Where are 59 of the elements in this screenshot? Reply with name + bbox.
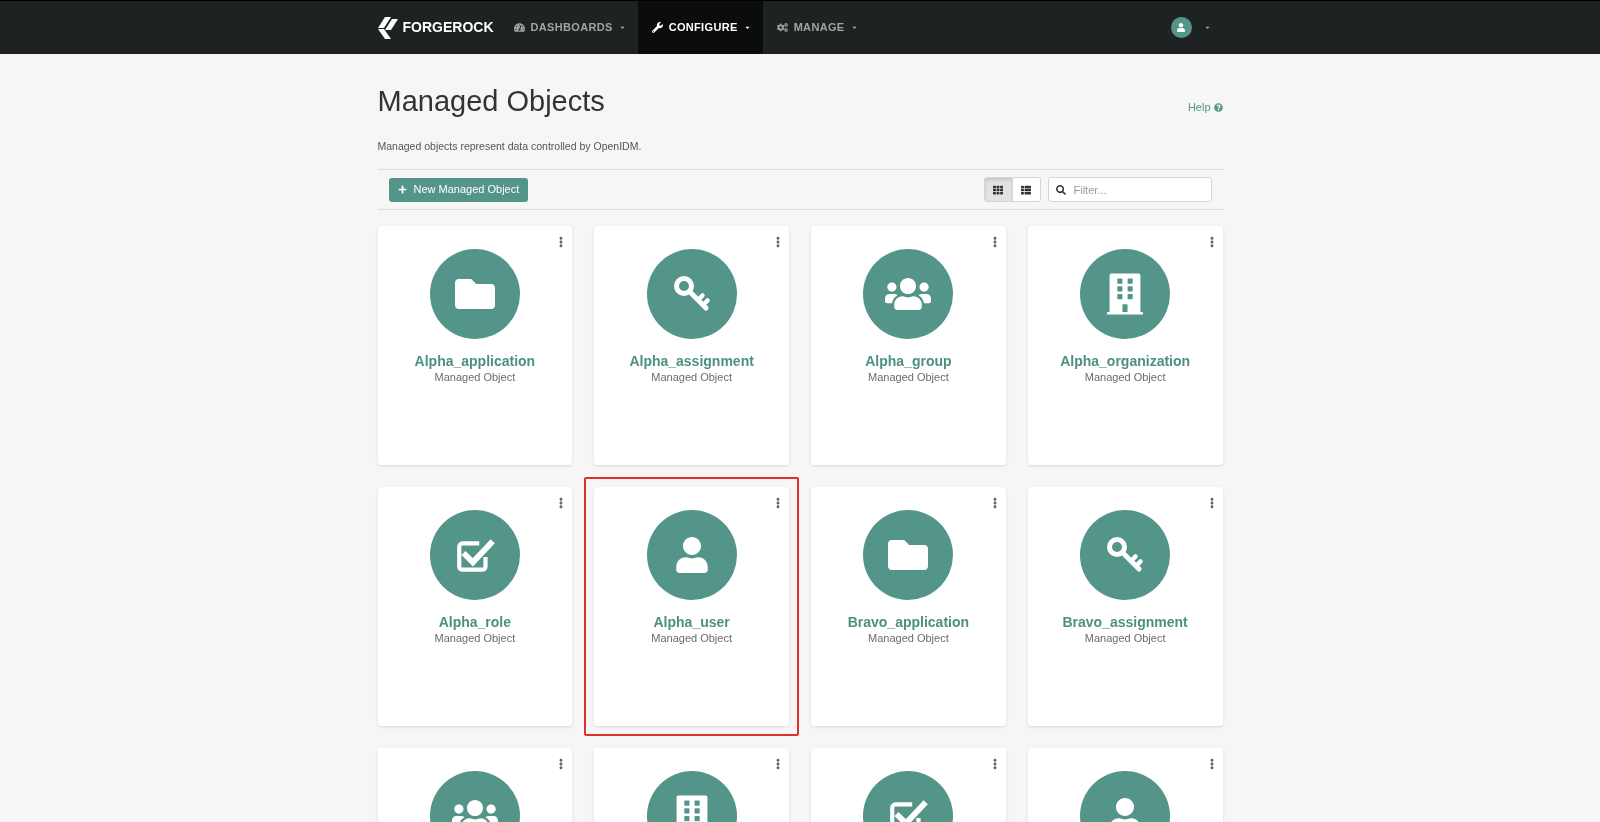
- gauge-icon: [513, 22, 525, 33]
- page-title: Managed Objects: [377, 84, 605, 119]
- object-name[interactable]: Alpha_organization: [1060, 353, 1191, 370]
- object-type: Managed Object: [868, 631, 949, 645]
- kebab-menu-icon[interactable]: [1208, 235, 1215, 248]
- help-link[interactable]: Help: [1187, 98, 1223, 116]
- page-description: Managed objects represent data controlled by OpenIDM.: [377, 139, 643, 153]
- gears-icon: [776, 22, 788, 33]
- object-type: Managed Object: [1084, 370, 1166, 384]
- object-name[interactable]: Alpha_role: [438, 614, 512, 631]
- object-type: Managed Object: [434, 631, 516, 645]
- object-type: Managed Object: [434, 370, 516, 384]
- caret-icon: [743, 24, 751, 31]
- kebab-menu-icon[interactable]: [558, 496, 565, 509]
- caret-icon: [850, 24, 858, 31]
- plus-icon: [397, 185, 407, 194]
- object-type: Managed Object: [1084, 631, 1166, 645]
- list-view-icon[interactable]: [1011, 177, 1041, 202]
- kebab-menu-icon[interactable]: [1208, 757, 1215, 770]
- object-name[interactable]: Alpha_user: [653, 614, 730, 631]
- object-card[interactable]: Alpha_role Managed Object: [377, 487, 573, 726]
- object-name[interactable]: Bravo_assignment: [1062, 614, 1188, 631]
- help-icon: [1213, 102, 1223, 112]
- object-type: Managed Object: [651, 370, 732, 384]
- object-type: Managed Object: [868, 370, 949, 384]
- object-name[interactable]: Alpha_group: [865, 353, 952, 370]
- nav-tab[interactable]: DASHBOARDS: [499, 1, 638, 54]
- nav-tab[interactable]: MANAGE: [762, 1, 870, 54]
- object-card[interactable]: Alpha_group Managed Object: [811, 226, 1006, 465]
- kebab-menu-icon[interactable]: [991, 496, 998, 509]
- nav-tab[interactable]: CONFIGURE: [637, 1, 763, 54]
- logo-text[interactable]: FORGEROCK: [402, 17, 494, 38]
- kebab-menu-icon[interactable]: [775, 235, 781, 248]
- search-icon: [1055, 185, 1066, 195]
- new-managed-object-button[interactable]: New Managed Object: [388, 177, 529, 202]
- kebab-menu-icon[interactable]: [775, 757, 781, 770]
- object-type: Managed Object: [651, 631, 732, 645]
- kebab-menu-icon[interactable]: [558, 757, 565, 770]
- object-card[interactable]: Alpha_assignment Managed Object: [594, 226, 789, 465]
- wrench-icon: [651, 22, 663, 33]
- kebab-menu-icon[interactable]: [991, 757, 998, 770]
- kebab-menu-icon[interactable]: [1208, 496, 1215, 509]
- object-name[interactable]: Alpha_application: [414, 353, 536, 370]
- logo-icon: [377, 16, 398, 39]
- object-card[interactable]: Alpha_organization Managed Object: [1027, 226, 1223, 465]
- kebab-menu-icon[interactable]: [775, 496, 781, 509]
- kebab-menu-icon[interactable]: [991, 235, 998, 248]
- kebab-menu-icon[interactable]: [558, 235, 565, 248]
- object-name[interactable]: Bravo_application: [847, 614, 970, 631]
- object-card[interactable]: Alpha_user Managed Object: [594, 487, 789, 726]
- user-avatar-icon[interactable]: [1170, 17, 1192, 38]
- object-card[interactable]: Alpha_application Managed Object: [377, 226, 573, 465]
- caret-icon: [618, 24, 626, 31]
- object-name[interactable]: Alpha_assignment: [629, 353, 754, 370]
- caret-icon[interactable]: [1203, 24, 1211, 31]
- object-card[interactable]: Bravo_application Managed Object: [811, 487, 1006, 726]
- filter-field[interactable]: Filter...: [1047, 177, 1212, 202]
- object-card[interactable]: Bravo_assignment Managed Object: [1027, 487, 1223, 726]
- grid-view-icon[interactable]: [983, 177, 1013, 202]
